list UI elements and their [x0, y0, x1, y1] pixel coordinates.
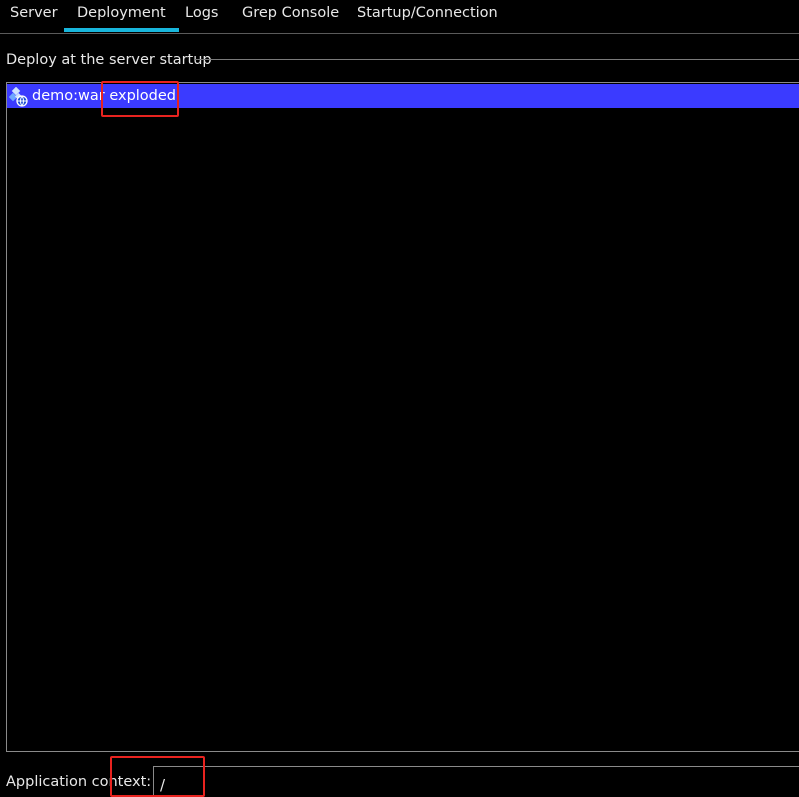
- tab-deployment[interactable]: Deployment: [64, 0, 179, 32]
- tab-grep-console[interactable]: Grep Console: [242, 0, 339, 30]
- list-item[interactable]: demo:war exploded: [7, 84, 799, 108]
- list-item-label: demo:war exploded: [32, 88, 177, 104]
- web-artifact-icon: [9, 87, 28, 107]
- application-context-input[interactable]: [153, 766, 799, 797]
- section-divider: [195, 59, 799, 60]
- tab-logs[interactable]: Logs: [185, 0, 218, 30]
- tab-bar: Server Deployment Logs Grep Console Star…: [0, 0, 799, 34]
- deploy-section-title: Deploy at the server startup: [6, 52, 212, 68]
- deployment-list[interactable]: demo:war exploded: [6, 82, 799, 752]
- application-context-label: Application context:: [6, 774, 152, 790]
- tab-startup-connection[interactable]: Startup/Connection: [357, 0, 498, 30]
- tab-server[interactable]: Server: [10, 0, 58, 30]
